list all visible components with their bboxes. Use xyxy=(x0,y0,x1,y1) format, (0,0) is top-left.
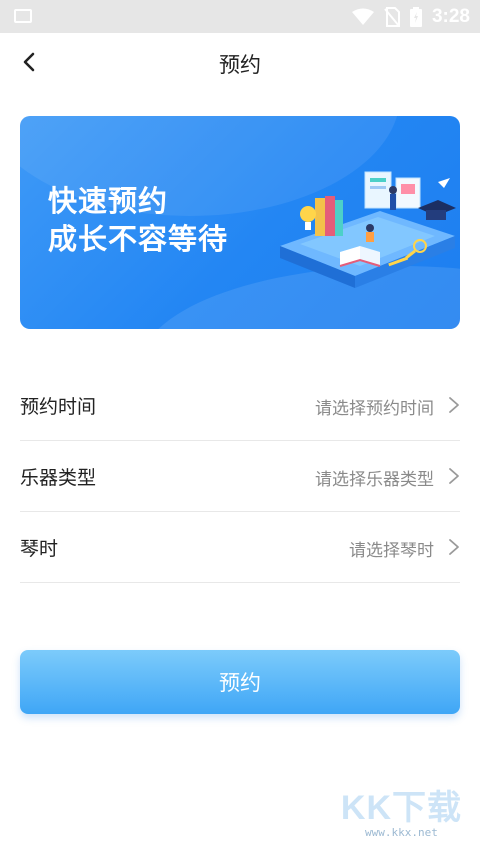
row-label: 预约时间 xyxy=(20,396,97,418)
site-watermark: KK下载 www.kkx.net xyxy=(341,790,462,839)
wifi-icon xyxy=(351,8,374,25)
watermark-logo: KK下载 xyxy=(340,789,462,827)
banner-text: 快速预约 成长不容等待 xyxy=(48,182,228,258)
instrument-type-picker[interactable]: 请选择乐器类型 xyxy=(315,465,434,490)
watermark-url: www.kkx.net xyxy=(365,826,438,839)
banner-headline: 快速预约 xyxy=(48,184,169,218)
status-time: 3:28 xyxy=(431,5,470,27)
instrument-type-row[interactable]: 乐器类型 请选择乐器类型 xyxy=(20,441,460,512)
chevron-right-icon xyxy=(449,468,459,484)
page-title: 预约 xyxy=(219,53,261,77)
practice-hours-picker[interactable]: 请选择琴时 xyxy=(349,536,434,561)
row-label: 乐器类型 xyxy=(20,467,97,489)
app-header: 预约 xyxy=(0,33,480,91)
appointment-time-row[interactable]: 预约时间 请选择预约时间 xyxy=(20,370,460,441)
chevron-right-icon xyxy=(449,397,459,413)
promo-banner: 快速预约 成长不容等待 xyxy=(20,116,460,329)
study-illustration xyxy=(280,171,456,288)
row-label: 琴时 xyxy=(20,538,59,560)
chevron-right-icon xyxy=(449,539,459,555)
submit-appointment-button[interactable]: 预约 xyxy=(20,650,460,714)
status-bar: 3:28 xyxy=(0,0,480,33)
banner-subline: 成长不容等待 xyxy=(48,222,229,256)
no-sim-icon xyxy=(384,6,400,27)
appointment-time-picker[interactable]: 请选择预约时间 xyxy=(315,394,434,419)
practice-hours-row[interactable]: 琴时 请选择琴时 xyxy=(20,512,460,583)
battery-icon xyxy=(409,6,422,27)
image-notification-icon xyxy=(14,9,32,23)
